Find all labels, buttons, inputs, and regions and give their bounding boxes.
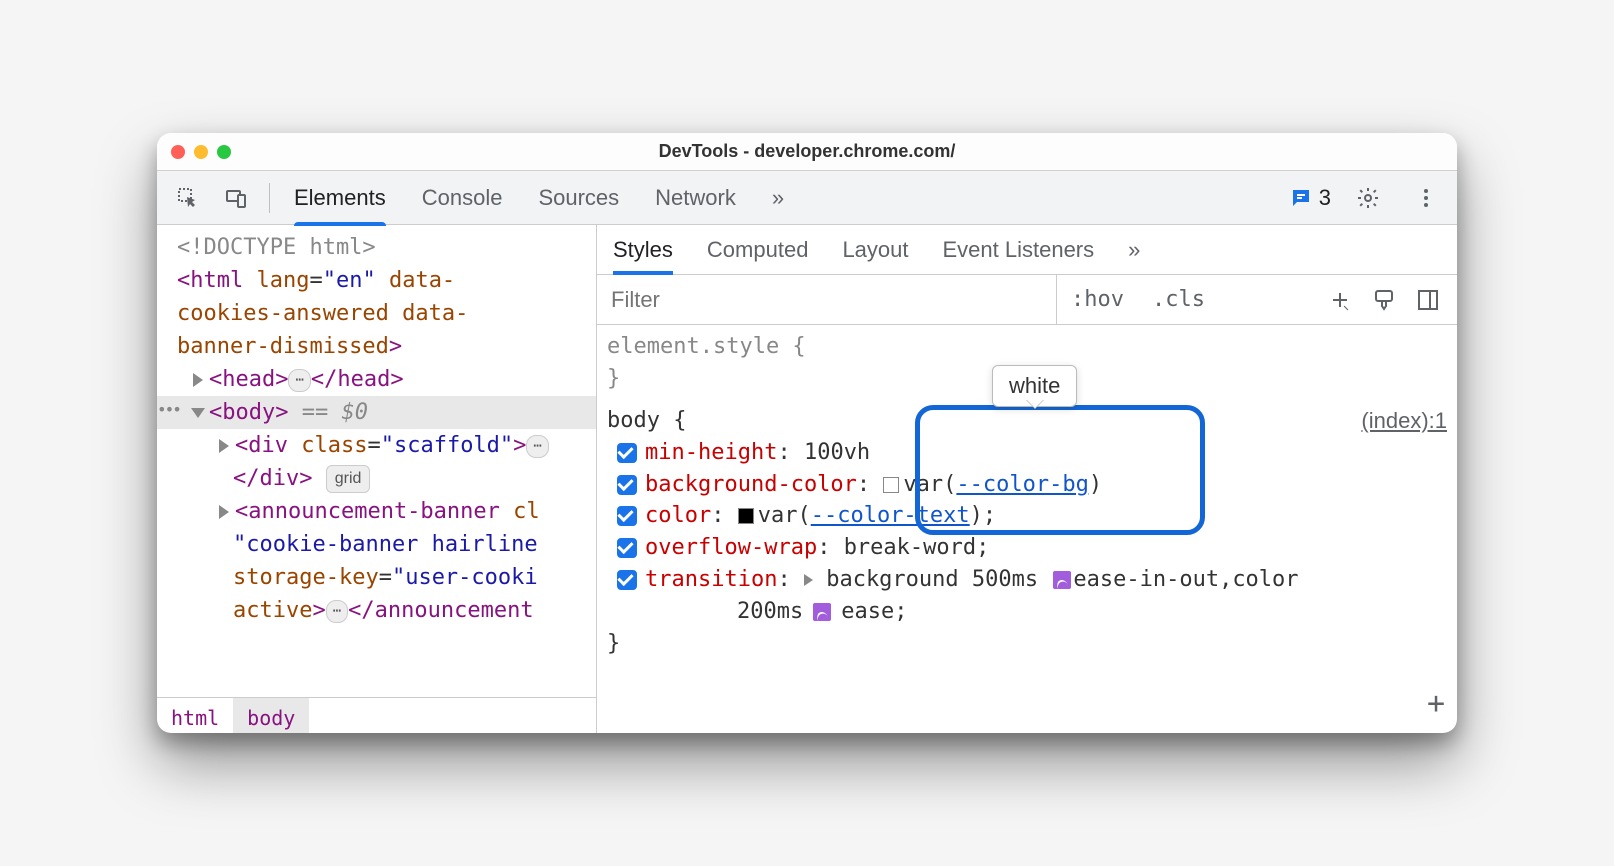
close-window-button[interactable] [171,145,185,159]
div-scaffold[interactable]: <div class="scaffold">⋯ [157,429,596,462]
computed-panel-icon[interactable] [1413,279,1443,321]
titlebar: DevTools - developer.chrome.com/ [157,133,1457,171]
var-tooltip: white [992,365,1077,407]
decl-transition-continued: 200ms ease; [607,596,1447,628]
main-toolbar: Elements Console Sources Network » 3 [157,171,1457,225]
issues-button[interactable]: 3 [1289,185,1331,211]
checkbox-icon[interactable] [617,570,637,590]
more-tabs-icon[interactable]: » [772,171,784,224]
checkbox-icon[interactable] [617,538,637,558]
color-swatch-icon[interactable] [883,477,899,493]
subtab-event-listeners[interactable]: Event Listeners [943,225,1095,274]
new-style-rule-icon[interactable] [1325,279,1355,321]
color-swatch-icon[interactable] [738,508,754,524]
subtab-styles[interactable]: Styles [613,225,673,274]
crumb-body[interactable]: body [233,698,309,733]
var-link[interactable]: --color-bg [956,472,1088,497]
checkbox-icon[interactable] [617,475,637,495]
html-element[interactable]: <html lang="en" data- [157,264,596,297]
checkbox-icon[interactable] [617,443,637,463]
minimize-window-button[interactable] [194,145,208,159]
traffic-lights [171,145,231,159]
crumb-html[interactable]: html [157,698,233,733]
tab-sources[interactable]: Sources [538,171,619,224]
more-menu-icon[interactable] [1405,177,1447,219]
dom-tree-pane: <!DOCTYPE html> <html lang="en" data- co… [157,225,597,733]
styles-sub-tabs: Styles Computed Layout Event Listeners » [597,225,1457,275]
expand-shorthand-icon[interactable] [804,574,813,586]
subtab-computed[interactable]: Computed [707,225,809,274]
checkbox-icon[interactable] [617,506,637,526]
settings-icon[interactable] [1347,177,1389,219]
subtab-layout[interactable]: Layout [842,225,908,274]
dom-tree[interactable]: <!DOCTYPE html> <html lang="en" data- co… [157,225,596,697]
body-rule[interactable]: body { (index):1 min-height: 100vh backg… [607,405,1447,660]
content-panes: <!DOCTYPE html> <html lang="en" data- co… [157,225,1457,733]
hov-toggle[interactable]: :hov [1057,287,1138,312]
filter-row: :hov .cls [597,275,1457,325]
decl-background-color[interactable]: background-color: var(--color-bg) [607,469,1447,501]
tab-elements[interactable]: Elements [294,171,386,224]
filter-input[interactable] [597,275,1057,324]
zoom-window-button[interactable] [217,145,231,159]
inspect-element-icon[interactable] [167,177,209,219]
device-toolbar-icon[interactable] [215,177,257,219]
doctype: <!DOCTYPE html> [177,235,376,260]
styles-pane: Styles Computed Layout Event Listeners »… [597,225,1457,733]
paintbrush-icon[interactable] [1369,279,1399,321]
cls-toggle[interactable]: .cls [1138,287,1219,312]
decl-transition[interactable]: transition: background 500ms ease-in-out… [607,564,1447,596]
tab-console[interactable]: Console [422,171,503,224]
rule-source-link[interactable]: (index):1 [1361,405,1447,437]
breadcrumbs: html body [157,697,596,733]
announcement-banner[interactable]: <announcement-banner cl [157,495,596,528]
body-element-selected[interactable]: •••<body> == $0 [157,396,596,429]
subtab-more-icon[interactable]: » [1128,225,1140,274]
divider [269,183,270,213]
decl-overflow-wrap[interactable]: overflow-wrap: break-word; [607,532,1447,564]
head-element[interactable]: <head>⋯</head> [157,363,596,396]
grid-badge[interactable]: grid [326,465,371,493]
add-declaration-icon[interactable]: + [1427,682,1445,726]
var-link[interactable]: --color-text [811,503,970,528]
styles-rules[interactable]: element.style { } body { (index):1 min-h… [597,325,1457,733]
window-title: DevTools - developer.chrome.com/ [157,141,1457,162]
decl-color[interactable]: color: var(--color-text); [607,500,1447,532]
devtools-window: DevTools - developer.chrome.com/ Element… [157,133,1457,733]
decl-min-height[interactable]: min-height: 100vh [607,437,1447,469]
main-tabs: Elements Console Sources Network » [294,171,784,224]
issues-count: 3 [1319,185,1331,211]
tab-network[interactable]: Network [655,171,736,224]
cubic-bezier-icon[interactable] [813,603,831,621]
cubic-bezier-icon[interactable] [1053,571,1071,589]
